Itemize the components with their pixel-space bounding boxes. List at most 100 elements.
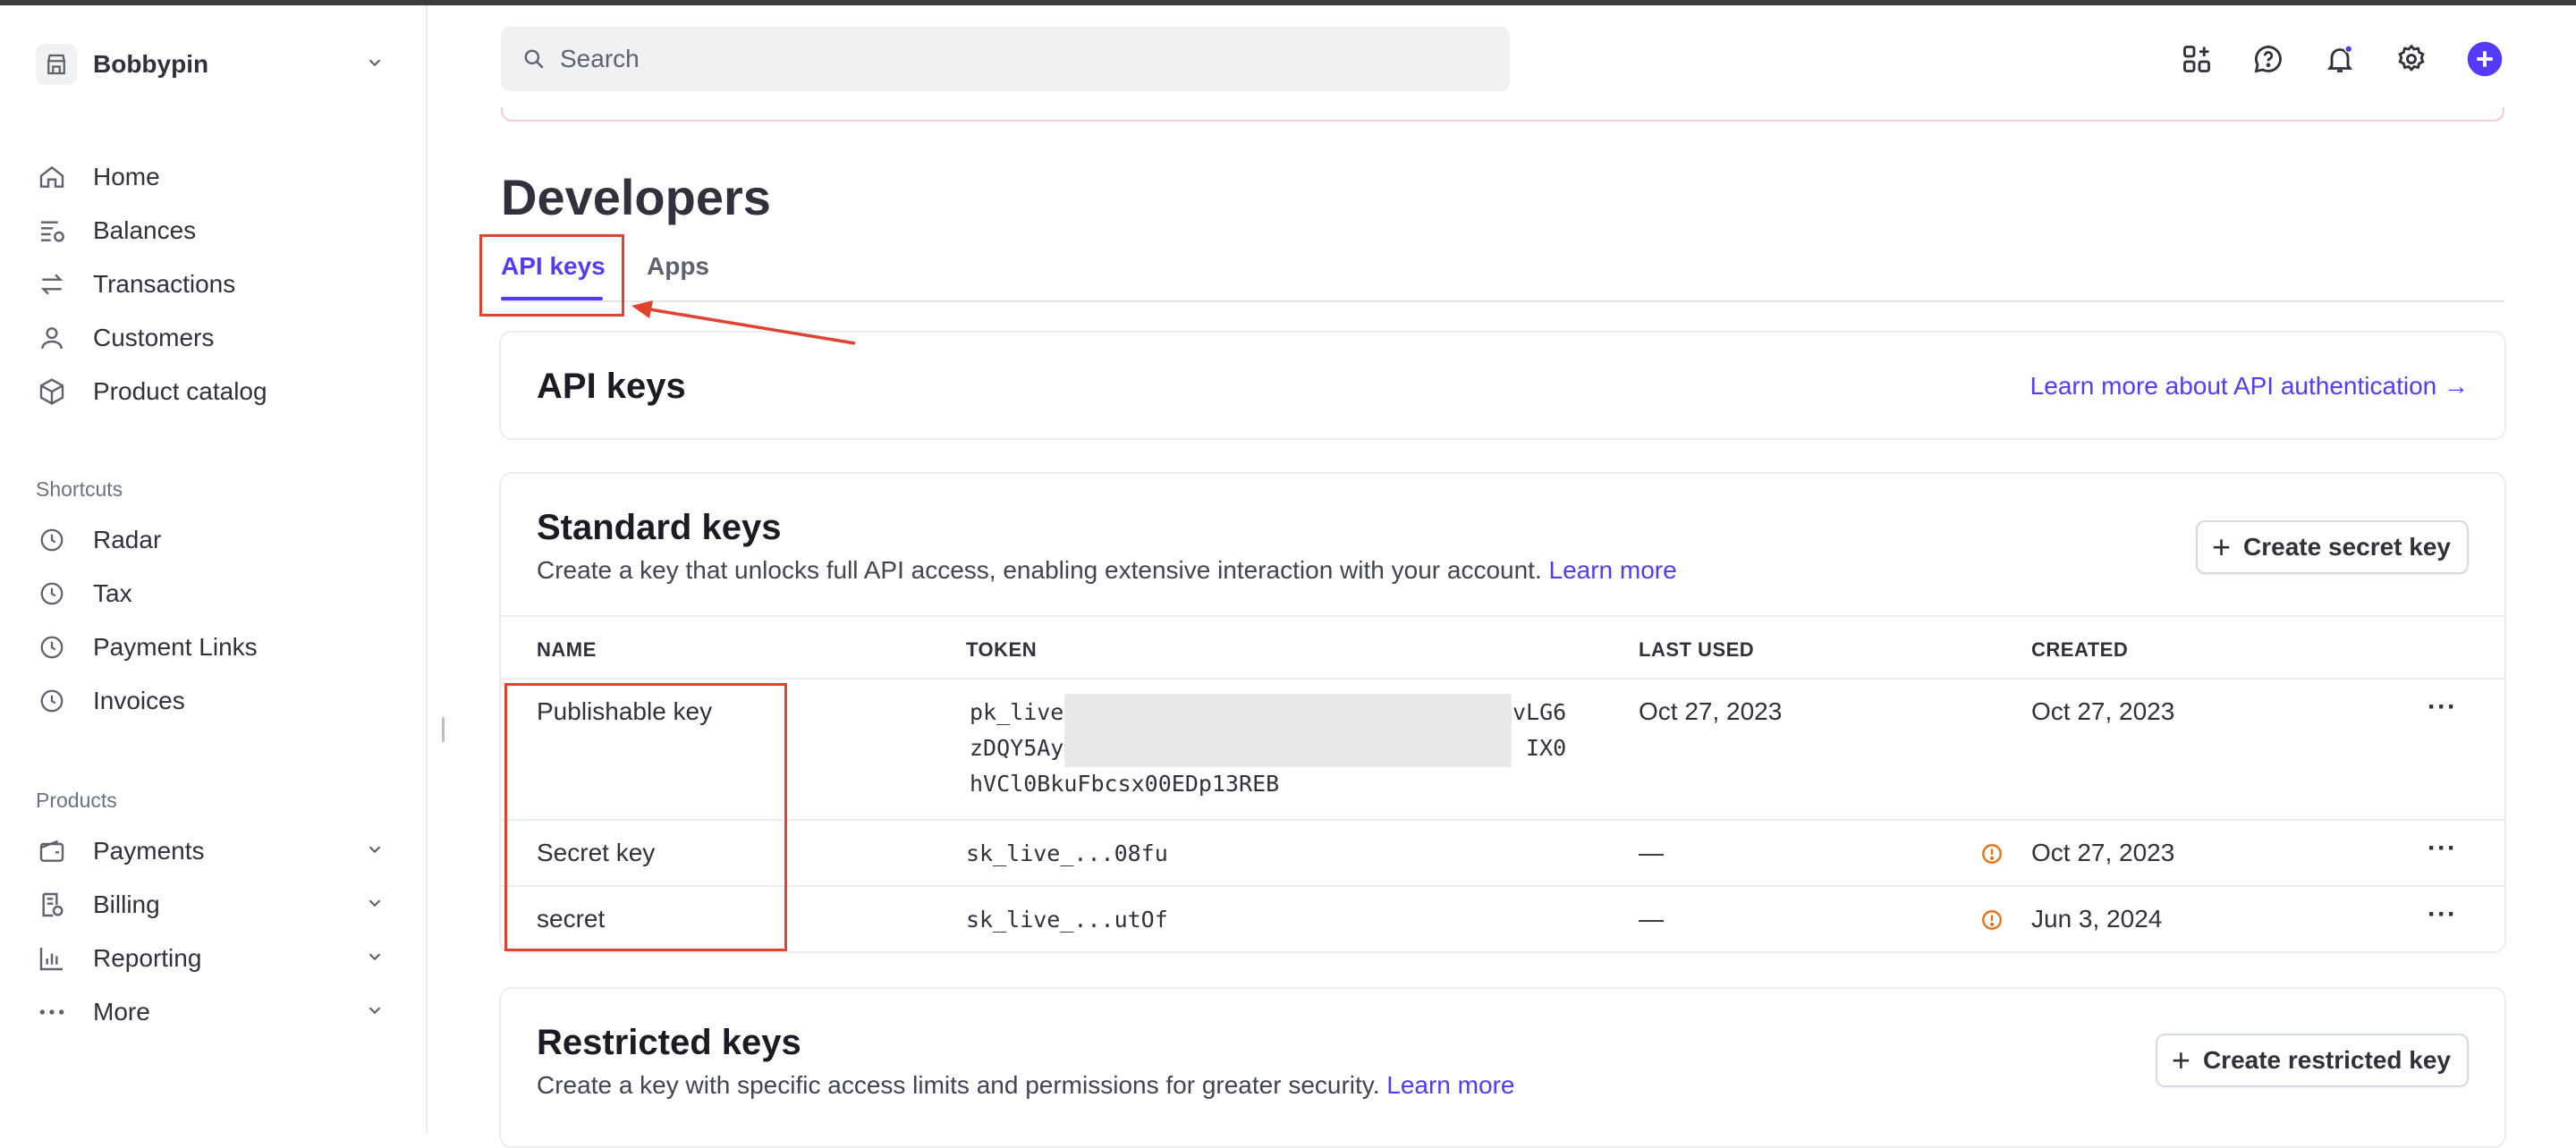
token-line: zDQY5Ay — [970, 735, 1064, 761]
store-icon — [36, 44, 77, 85]
customers-icon — [36, 322, 68, 354]
button-label: Create restricted key — [2202, 1046, 2451, 1074]
row-actions-more-icon[interactable]: ··· — [2428, 692, 2457, 722]
alert-banner-edge — [501, 107, 2504, 122]
sidebar-item-label: Balances — [93, 216, 197, 244]
sidebar: Bobbypin Home Balances Transactions Cust… — [0, 5, 428, 1134]
last-used: — — [1639, 839, 1664, 866]
chevron-down-icon — [365, 53, 385, 77]
learn-more-link[interactable]: Learn more — [1386, 1071, 1514, 1099]
token-value[interactable]: sk_live_...08fu — [966, 840, 1168, 866]
token-value[interactable]: pk_live vLG6 zDQY5Ay IX0 hVCl0BkuFbcsx00… — [970, 694, 1566, 806]
created-date: Oct 27, 2023 — [2031, 839, 2175, 866]
table-header: NAME TOKEN LAST USED CREATED — [501, 615, 2504, 680]
shortcuts-heading: Shortcuts — [36, 477, 123, 501]
created-date: Jun 3, 2024 — [2031, 905, 2163, 933]
token-line: hVCl0BkuFbcsx00EDp13REB — [970, 771, 1280, 797]
sidebar-item-label: Payment Links — [93, 633, 258, 661]
sidebar-item-payment-links[interactable]: Payment Links — [36, 624, 394, 671]
sidebar-item-tax[interactable]: Tax — [36, 570, 394, 617]
create-plus-icon[interactable] — [2465, 39, 2504, 79]
chevron-down-icon — [365, 891, 385, 919]
sidebar-item-transactions[interactable]: Transactions — [36, 261, 394, 308]
learn-more-link[interactable]: Learn more — [1549, 556, 1677, 584]
token-value[interactable]: sk_live_...utOf — [966, 907, 1168, 933]
description-text: Create a key that unlocks full API acces… — [537, 556, 1542, 584]
create-secret-key-button[interactable]: + Create secret key — [2196, 520, 2469, 574]
table-row[interactable]: secret sk_live_...utOf — Jun 3, 2024 ··· — [501, 887, 2504, 953]
sidebar-resize-handle[interactable] — [442, 717, 445, 742]
search-input[interactable] — [560, 45, 1454, 73]
help-icon[interactable] — [2249, 39, 2288, 79]
sidebar-item-label: Product catalog — [93, 377, 267, 405]
sidebar-item-balances[interactable]: Balances — [36, 207, 394, 254]
table-row[interactable]: Publishable key pk_live vLG6 zDQY5Ay IX0… — [501, 680, 2504, 821]
row-actions-more-icon[interactable]: ··· — [2428, 833, 2457, 864]
created-date: Oct 27, 2023 — [2031, 697, 2175, 725]
learn-api-authentication-link[interactable]: Learn more about API authentication → — [2030, 372, 2469, 401]
sidebar-item-label: Home — [93, 163, 160, 190]
description-text: Create a key with specific access limits… — [537, 1071, 1380, 1099]
more-dots-icon — [36, 996, 68, 1028]
sidebar-item-product-catalog[interactable]: Product catalog — [36, 368, 394, 415]
settings-gear-icon[interactable] — [2392, 39, 2431, 79]
sidebar-item-customers[interactable]: Customers — [36, 315, 394, 361]
standard-keys-card: Standard keys Create a key that unlocks … — [499, 472, 2506, 953]
notifications-bell-icon[interactable] — [2320, 39, 2360, 79]
billing-icon — [36, 889, 68, 921]
token-line: vLG6 — [1513, 699, 1567, 725]
create-restricted-key-button[interactable]: + Create restricted key — [2155, 1034, 2469, 1087]
sidebar-item-label: Radar — [93, 526, 162, 553]
button-label: Create secret key — [2243, 533, 2451, 561]
warning-info-icon[interactable] — [1980, 842, 2004, 870]
products-heading: Products — [36, 789, 117, 812]
annotation-box-key-names — [504, 683, 787, 951]
sidebar-item-radar[interactable]: Radar — [36, 517, 394, 563]
restricted-keys-description: Create a key with specific access limits… — [537, 1071, 1514, 1100]
search-bar[interactable] — [501, 27, 1510, 91]
account-switcher[interactable]: Bobbypin — [36, 39, 394, 89]
sidebar-item-more[interactable]: More — [36, 989, 394, 1035]
column-header-last-used: LAST USED — [1639, 638, 1755, 661]
sidebar-item-home[interactable]: Home — [36, 154, 394, 200]
clock-icon — [36, 631, 68, 663]
warning-info-icon[interactable] — [1980, 908, 2004, 936]
plus-icon: + — [2171, 1042, 2190, 1078]
chevron-down-icon — [365, 998, 385, 1026]
plus-icon: + — [2212, 528, 2232, 565]
home-icon — [36, 161, 68, 193]
api-keys-title: API keys — [537, 367, 686, 406]
restricted-keys-title: Restricted keys — [537, 1023, 801, 1062]
row-actions-more-icon[interactable]: ··· — [2428, 899, 2457, 930]
tab-apps[interactable]: Apps — [647, 252, 709, 281]
redaction-mask — [1064, 694, 1512, 767]
clock-icon — [36, 685, 68, 717]
token-line: pk_live — [970, 699, 1064, 725]
chevron-down-icon — [365, 837, 385, 865]
standard-keys-title: Standard keys — [537, 508, 782, 547]
product-catalog-icon — [36, 376, 68, 408]
tab-bar: API keys Apps — [501, 232, 2504, 302]
last-used: Oct 27, 2023 — [1639, 697, 1783, 725]
column-header-name: NAME — [537, 638, 597, 661]
search-icon — [521, 46, 547, 72]
apps-grid-icon[interactable] — [2177, 39, 2216, 79]
sidebar-item-reporting[interactable]: Reporting — [36, 935, 394, 982]
sidebar-item-label: Invoices — [93, 687, 185, 714]
sidebar-item-payments[interactable]: Payments — [36, 828, 394, 874]
wallet-icon — [36, 835, 68, 867]
sidebar-item-label: Tax — [93, 579, 132, 607]
annotation-box-api-keys-tab — [479, 234, 624, 317]
reporting-icon — [36, 942, 68, 975]
sidebar-item-label: Customers — [93, 324, 215, 351]
sidebar-item-invoices[interactable]: Invoices — [36, 678, 394, 724]
standard-keys-description: Create a key that unlocks full API acces… — [537, 556, 1677, 585]
chevron-down-icon — [365, 944, 385, 973]
table-row[interactable]: Secret key sk_live_...08fu — Oct 27, 202… — [501, 821, 2504, 887]
sidebar-item-label: Transactions — [93, 270, 236, 298]
sidebar-item-billing[interactable]: Billing — [36, 882, 394, 928]
clock-icon — [36, 524, 68, 556]
annotation-arrow — [631, 300, 856, 345]
restricted-keys-card: Restricted keys Create a key with specif… — [499, 987, 2506, 1148]
sidebar-item-label: Payments — [93, 837, 205, 865]
